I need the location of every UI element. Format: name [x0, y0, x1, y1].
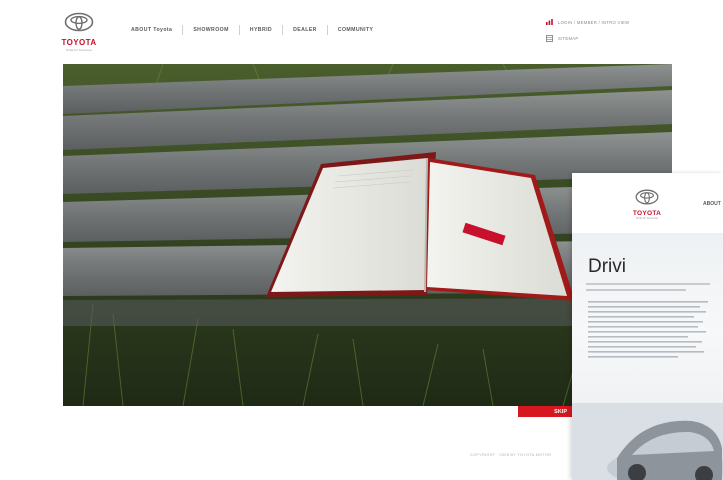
utility-links: LOGIN / MEMBER / INTRO VIEW SITEMAP [546, 17, 629, 43]
nav-hybrid[interactable]: HYBRID [250, 27, 272, 33]
overlay-toyota-logo: TOYOTA Smile for Tomorrow [627, 189, 667, 220]
overlay-brand-tagline: Smile for Tomorrow [635, 217, 659, 220]
login-member-links[interactable]: LOGIN / MEMBER / INTRO VIEW [558, 20, 629, 25]
main-nav: ABOUT Toyota SHOWROOM HYBRID DEALER COMM… [131, 25, 373, 35]
toyota-emblem-icon [64, 12, 94, 32]
nav-about-toyota[interactable]: ABOUT Toyota [131, 27, 172, 33]
sitemap-icon [546, 34, 553, 42]
signal-bars-icon [546, 19, 553, 25]
brand-wordmark: TOYOTA [61, 38, 97, 47]
nav-divider [182, 25, 184, 35]
nav-divider [238, 25, 240, 35]
sitemap-link[interactable]: SITEMAP [558, 36, 578, 41]
nav-community[interactable]: COMMUNITY [338, 27, 374, 33]
overlay-brand-wordmark: TOYOTA [632, 210, 662, 217]
overlay-headline: Drivi [588, 256, 626, 277]
toyota-emblem-icon [635, 189, 659, 205]
overlay-nav-about: ABOUT [703, 201, 721, 207]
brand-tagline: Smile for Tomorrow [66, 48, 92, 52]
toyota-logo[interactable]: TOYOTA Smile for Tomorrow [58, 12, 100, 52]
nav-divider [326, 25, 328, 35]
overlay-page-preview: TOYOTA Smile for Tomorrow ABOUT Drivi [572, 173, 723, 480]
overlay-body-text-lines [588, 301, 708, 358]
skip-intro-button[interactable]: SKIP [518, 406, 573, 417]
nav-divider [282, 25, 284, 35]
copyright-text: COPYRIGHT · 2008 BY TOYOTA MOTOR [470, 453, 552, 457]
nav-dealer[interactable]: DEALER [293, 27, 317, 33]
nav-showroom[interactable]: SHOWROOM [193, 27, 228, 33]
